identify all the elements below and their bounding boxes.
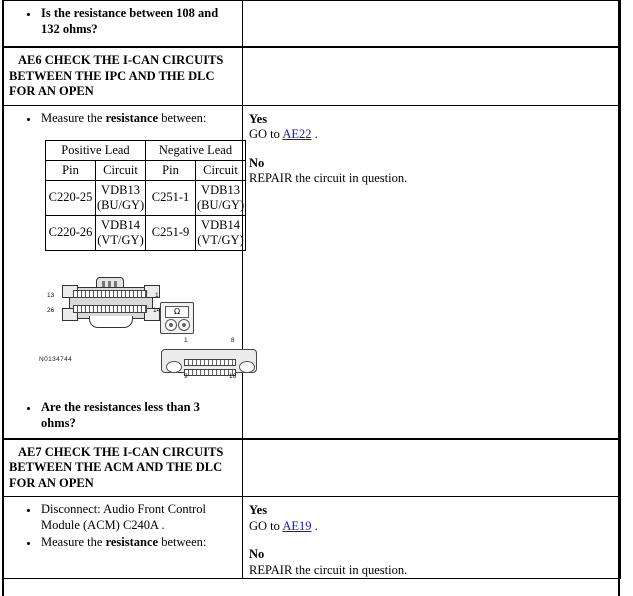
- cell-circuit-negative: VDB13 (BU/GY): [195, 179, 246, 216]
- dlc-pin-label-16: 16: [229, 372, 237, 380]
- page-title: AE7 CHECK THE I-CAN CIRCUITS BETWEEN THE…: [9, 444, 224, 490]
- ae7-answer-cell: Yes GO to AE19 . No REPAIR the circuit i…: [242, 496, 621, 579]
- step-text-emphasis: resistance: [105, 535, 159, 549]
- answer-no-text: REPAIR the circuit in question.: [249, 171, 408, 185]
- list-item: Disconnect: Audio Front Control Module (…: [39, 501, 236, 533]
- answer-spacer: [249, 534, 620, 547]
- dlc-mount-hole: [166, 360, 182, 373]
- goto-prefix: GO to: [249, 518, 283, 533]
- connector-diagram: 13 26 1 14 Ω 1 8 9 16 N0134744: [9, 276, 257, 397]
- list-item: Measure the resistance between:: [39, 110, 236, 126]
- column-header-pin-positive: Pin: [45, 159, 96, 181]
- column-header-pin-negative: Pin: [145, 159, 196, 181]
- table-row: Disconnect: Audio Front Control Module (…: [2, 496, 621, 579]
- ae6-answer-cell: Yes GO to AE22 . No REPAIR the circuit i…: [242, 104, 621, 440]
- answer-spacer: [249, 143, 620, 156]
- goto-suffix: .: [311, 127, 318, 141]
- connector-skirt: [89, 315, 133, 328]
- ae6-header-cell: AE6 CHECK THE I-CAN CIRCUITS BETWEEN THE…: [2, 46, 243, 106]
- list-item: Measure the resistance between:: [39, 534, 236, 550]
- meter-jack-negative: [178, 318, 190, 331]
- cell-circuit-positive: VDB13 (BU/GY): [95, 179, 146, 216]
- measurement-group-header-row: Positive Lead Negative Lead: [45, 139, 246, 161]
- cell-pin-negative: C251-9: [145, 214, 196, 251]
- answer-yes-text: GO to AE19 .: [249, 519, 318, 533]
- cell-circuit-positive: VDB14 (VT/GY): [95, 214, 146, 251]
- table-row: AE6 CHECK THE I-CAN CIRCUITS BETWEEN THE…: [2, 46, 621, 106]
- prev-question-cell: Is the resistance between 108 and 132 oh…: [2, 0, 243, 48]
- ae6-action-cell: Measure the resistance between: Positive…: [2, 104, 257, 440]
- table-row: AE7 CHECK THE I-CAN CIRCUITS BETWEEN THE…: [2, 437, 621, 497]
- ae7-answers: Yes GO to AE19 . No REPAIR the circuit i…: [243, 497, 620, 578]
- link-ae19[interactable]: AE19: [282, 519, 311, 533]
- dlc-mount-hole: [239, 360, 255, 373]
- answer-no-text: REPAIR the circuit in question.: [249, 562, 408, 577]
- answer-no-label: No: [249, 547, 265, 561]
- ohmmeter-icon: Ω: [160, 301, 194, 334]
- link-ae22[interactable]: AE22: [282, 127, 311, 141]
- ae7-header-cell: AE7 CHECK THE I-CAN CIRCUITS BETWEEN THE…: [2, 437, 243, 497]
- meter-jack-positive: [165, 318, 177, 331]
- pinpoint-test-page: Is the resistance between 108 and 132 oh…: [0, 0, 633, 596]
- ae7-step-list: Disconnect: Audio Front Control Module (…: [9, 501, 236, 550]
- answer-yes-label: Yes: [249, 503, 268, 517]
- cell-pin-positive: C220-25: [45, 179, 96, 216]
- goto-prefix: GO to: [249, 127, 283, 141]
- list-item: Is the resistance between 108 and 132 oh…: [39, 5, 236, 37]
- ae6-question-list: Are the resistances less than 3 ohms?: [9, 399, 236, 431]
- meter-display: Ω: [165, 305, 189, 318]
- table-row: Measure the resistance between: Positive…: [2, 104, 621, 440]
- figure-id-label: N0134744: [39, 355, 73, 363]
- cell-pin-negative: C251-1: [145, 179, 196, 216]
- ae6-header-right-cell: [242, 46, 621, 106]
- measurement-table: Positive Lead Negative Lead Pin Circuit …: [45, 139, 246, 251]
- pin-label-26: 26: [47, 306, 55, 314]
- connector-pin-row-bottom: [73, 304, 147, 313]
- ae6-step-list: Measure the resistance between:: [9, 110, 236, 126]
- column-header-circuit-positive: Circuit: [95, 159, 146, 181]
- list-item: Are the resistances less than 3 ohms?: [39, 399, 236, 431]
- answer-yes-text: GO to AE22 .: [249, 127, 318, 141]
- ae7-header-right-cell: [242, 437, 621, 497]
- step-text-pre: Measure the: [41, 535, 106, 549]
- step-text-post: between:: [158, 535, 207, 549]
- ae7-action-cell: Disconnect: Audio Front Control Module (…: [2, 496, 243, 579]
- page-title: AE6 CHECK THE I-CAN CIRCUITS BETWEEN THE…: [9, 53, 224, 98]
- pin-label-1: 1: [155, 291, 159, 299]
- connector-pin-row-top: [73, 289, 147, 298]
- step-text-post: between:: [158, 110, 207, 125]
- dlc-pin-label-9: 9: [184, 372, 188, 380]
- measurement-subheader-row: Pin Circuit Pin Circuit: [45, 159, 246, 181]
- table-row: C220-26 VDB14 (VT/GY) C251-9 VDB14 (VT/G…: [45, 214, 246, 251]
- ae6-answers: Yes GO to AE22 . No REPAIR the circuit i…: [243, 106, 620, 187]
- dlc-pin-label-8: 8: [231, 336, 235, 344]
- step-text-emphasis: resistance: [105, 110, 159, 125]
- answer-yes-label: Yes: [249, 111, 268, 126]
- cell-pin-positive: C220-26: [45, 214, 96, 251]
- table-row: Is the resistance between 108 and 132 oh…: [2, 0, 621, 48]
- pin-label-13: 13: [47, 291, 55, 299]
- meter-case: Ω: [160, 301, 194, 334]
- step-text-pre: Measure the: [41, 110, 106, 125]
- answer-no-label: No: [249, 155, 265, 170]
- column-header-circuit-negative: Circuit: [195, 159, 246, 181]
- column-header-positive-lead: Positive Lead: [45, 139, 146, 161]
- pinpoint-test-table: Is the resistance between 108 and 132 oh…: [2, 0, 621, 579]
- column-header-negative-lead: Negative Lead: [145, 139, 246, 161]
- dlc-pin-row-top: [184, 358, 236, 366]
- dlc-pin-label-1: 1: [184, 336, 188, 344]
- cell-circuit-negative: VDB14 (VT/GY): [195, 214, 246, 251]
- prev-answer-cell: [242, 0, 621, 48]
- table-row: C220-25 VDB13 (BU/GY) C251-1 VDB13 (BU/G…: [45, 179, 246, 216]
- dlc-shell: [161, 348, 257, 376]
- prev-question-list: Is the resistance between 108 and 132 oh…: [9, 5, 236, 37]
- goto-suffix: .: [311, 518, 318, 533]
